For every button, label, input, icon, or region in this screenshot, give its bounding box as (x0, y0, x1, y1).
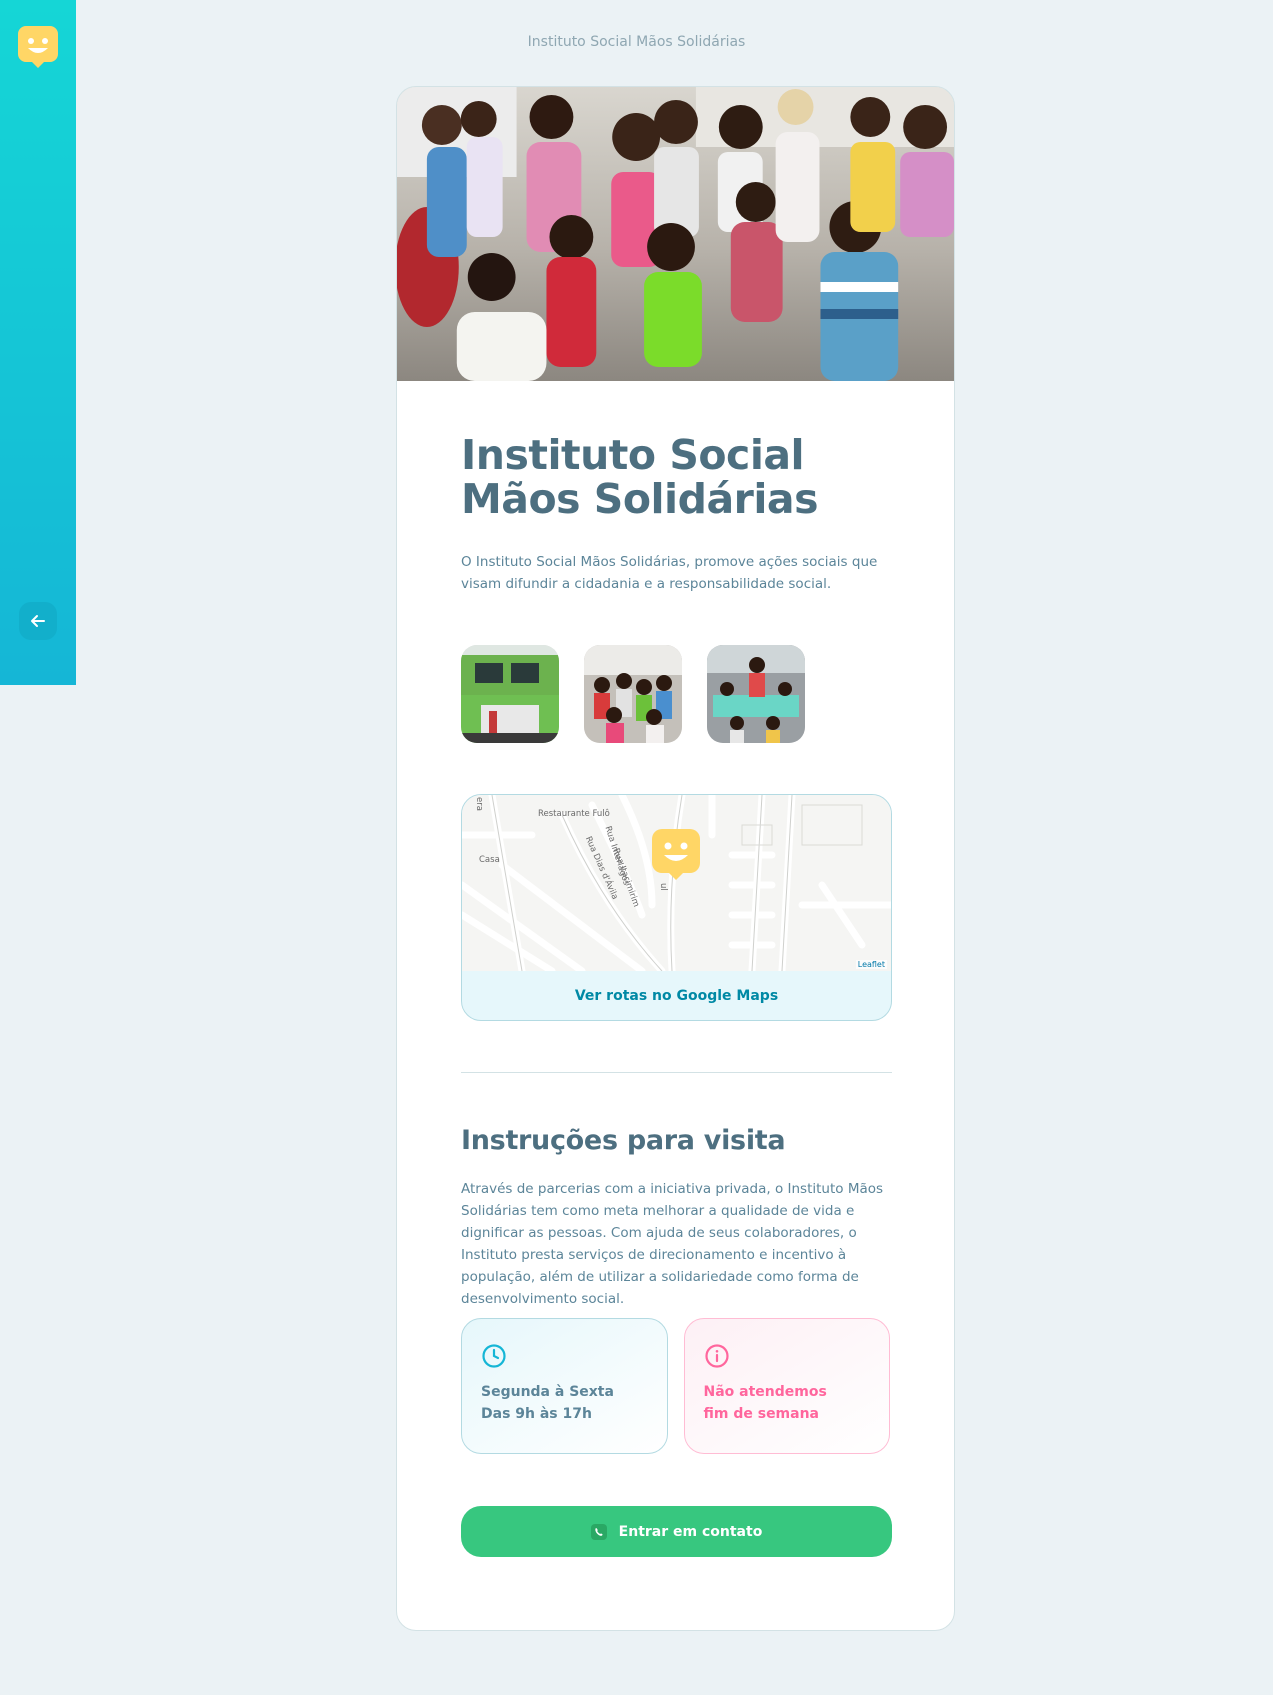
map-streets (462, 795, 891, 971)
weekend-card: Não atendemos fim de semana (683, 1318, 890, 1454)
children-group-photo (584, 645, 682, 743)
info-cards: Segunda à Sexta Das 9h às 17h Não atende… (461, 1318, 890, 1454)
gallery-image-building[interactable] (461, 645, 559, 743)
sidebar (0, 0, 76, 685)
map-label-casa: Casa (479, 855, 500, 865)
map-label-edge: era (474, 797, 484, 811)
map-container: Restaurante Fulô Casa Rua Interlagos Rua… (461, 794, 892, 1021)
image-gallery (461, 645, 890, 743)
hero-photo (397, 87, 954, 381)
map-marker-icon[interactable] (652, 829, 700, 881)
page-header: Instituto Social Mãos Solidárias (527, 34, 746, 50)
orphanage-name: Instituto Social Mãos Solidárias (461, 431, 818, 523)
building-photo (461, 645, 559, 743)
info-icon (704, 1344, 729, 1368)
instructions-text: Através de parcerias com a iniciativa pr… (461, 1181, 884, 1307)
hours-days: Segunda à Sexta (481, 1384, 614, 1400)
back-button[interactable] (19, 602, 57, 640)
opening-hours-card: Segunda à Sexta Das 9h às 17h (461, 1318, 668, 1454)
gallery-image-children[interactable] (584, 645, 682, 743)
whatsapp-icon (590, 1523, 607, 1540)
section-divider (461, 1072, 892, 1073)
gallery-image-classroom[interactable] (707, 645, 805, 743)
hours-time: Das 9h às 17h (481, 1406, 592, 1422)
leaflet-attribution[interactable]: Leaflet (855, 960, 887, 969)
arrow-left-icon (31, 615, 45, 627)
weekend-line-2: fim de semana (703, 1406, 820, 1422)
weekend-line-1: Não atendemos (703, 1384, 827, 1400)
map-label-partial: ul (658, 883, 668, 891)
google-maps-link[interactable]: Ver rotas no Google Maps (462, 971, 891, 1020)
orphanage-about: O Instituto Social Mãos Solidárias, prom… (461, 554, 878, 592)
map-label-restaurant: Restaurante Fulô (538, 809, 610, 819)
map[interactable]: Restaurante Fulô Casa Rua Interlagos Rua… (462, 795, 891, 971)
classroom-photo (707, 645, 805, 743)
clock-icon (482, 1344, 506, 1368)
contact-button-label: Entrar em contato (618, 1523, 763, 1540)
contact-button[interactable]: Entrar em contato (461, 1506, 892, 1557)
instructions-title: Instruções para visita (461, 1125, 786, 1156)
orphanage-card: Instituto Social Mãos Solidárias O Insti… (396, 86, 955, 1631)
